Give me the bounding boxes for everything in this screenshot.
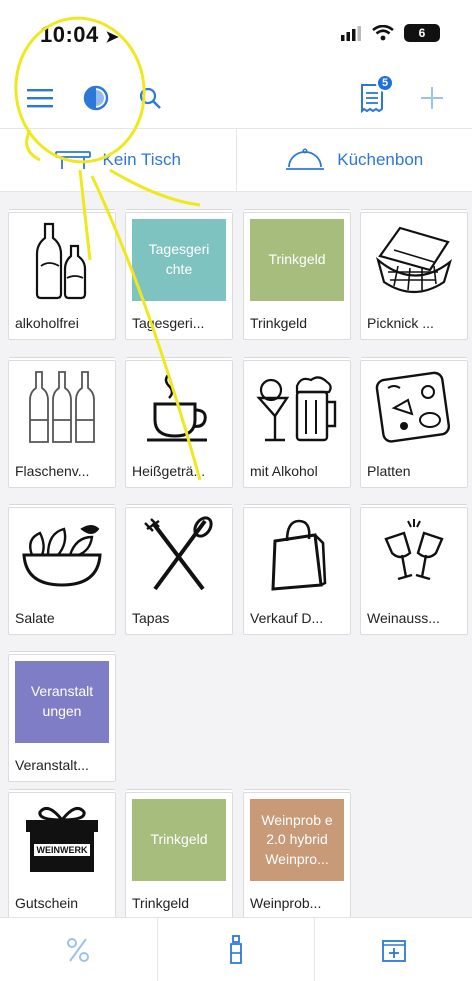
tile-label: Verkauf D...	[250, 610, 324, 626]
tile-label: mit Alkohol	[250, 463, 318, 479]
tile-label: alkoholfrei	[15, 315, 79, 331]
add-item-button[interactable]	[314, 918, 472, 981]
cloche-icon	[286, 148, 325, 170]
table-select-button[interactable]: Kein Tisch	[0, 129, 236, 191]
bottom-bar	[0, 917, 472, 981]
search-button[interactable]	[130, 78, 170, 118]
category-tile[interactable]: Tapas	[125, 507, 233, 635]
category-tile[interactable]: mit Alkohol	[243, 360, 351, 488]
category-tile[interactable]: Platten	[360, 360, 468, 488]
add-box-icon	[381, 939, 406, 962]
category-tile[interactable]: Veranstalt ungen Veranstalt...	[8, 654, 116, 782]
category-grid: alkoholfrei Tagesgeri chte Tagesgeri... …	[0, 192, 472, 917]
table-label: Kein Tisch	[102, 150, 181, 169]
category-tile[interactable]: Heißgeträ...	[125, 360, 233, 488]
menu-button[interactable]	[20, 78, 60, 118]
receipt-count-badge: 5	[376, 74, 394, 92]
gift-logo-text: WEINWERK	[37, 845, 88, 855]
contrast-icon	[83, 85, 109, 111]
category-tile[interactable]: Trinkgeld Trinkgeld	[243, 212, 351, 340]
tile-label: Platten	[367, 463, 411, 479]
tile-label: Trinkgeld	[250, 315, 308, 331]
category-tile[interactable]: Weinauss...	[360, 507, 468, 635]
wine-bottles-icon	[29, 371, 95, 443]
plus-icon	[421, 87, 443, 109]
salad-bowl-icon	[22, 525, 102, 587]
category-tile[interactable]: Weinprob e 2.0 hybrid Weinpro... Weinpro…	[243, 792, 351, 917]
category-tile[interactable]: Flaschenv...	[8, 360, 116, 488]
gift-icon: WEINWERK	[26, 806, 98, 872]
toolbar: 5	[0, 70, 472, 126]
kitchen-receipt-button[interactable]: Küchenbon	[235, 129, 472, 191]
kitchen-label: Küchenbon	[337, 150, 424, 169]
tile-label: Veranstalt...	[15, 757, 89, 773]
tile-label: Tagesgeri...	[132, 315, 205, 331]
status-bar: 10:04 ➤ 6	[0, 0, 472, 70]
tile-color-block: Trinkgeld	[132, 799, 226, 881]
contrast-button[interactable]	[76, 78, 116, 118]
cocktail-beer-icon	[256, 376, 337, 442]
hamburger-icon	[27, 89, 53, 108]
status-time: 10:04 ➤	[40, 22, 120, 47]
fork-knife-icon	[144, 516, 213, 591]
tile-label: Gutschein	[15, 895, 79, 911]
tile-label: Salate	[15, 610, 55, 626]
bottle-icon	[230, 934, 242, 964]
bottles-icon	[35, 222, 87, 300]
tile-label: Trinkgeld	[132, 895, 190, 911]
category-tile[interactable]: alkoholfrei	[8, 212, 116, 340]
tile-color-block: Trinkgeld	[250, 219, 344, 301]
tile-label: Weinprob...	[250, 895, 322, 911]
wifi-icon	[372, 25, 394, 41]
tile-label: Flaschenv...	[15, 463, 90, 479]
picnic-basket-icon	[376, 226, 453, 293]
coffee-cup-icon	[147, 373, 207, 442]
battery-icon: 6	[404, 24, 440, 42]
tile-color-block: Weinprob e 2.0 hybrid Weinpro...	[250, 799, 344, 881]
wine-glasses-icon	[384, 519, 444, 581]
category-tile[interactable]: Tagesgeri chte Tagesgeri...	[125, 212, 233, 340]
tile-color-block: Veranstalt ungen	[15, 661, 109, 743]
category-tile[interactable]: Picknick ...	[360, 212, 468, 340]
tile-label: Heißgeträ...	[132, 463, 206, 479]
platter-icon	[375, 371, 451, 443]
drinks-button[interactable]	[156, 918, 315, 981]
tile-label: Weinauss...	[367, 610, 440, 626]
tile-label: Picknick ...	[367, 315, 434, 331]
search-icon	[139, 87, 161, 109]
discount-button[interactable]	[0, 918, 157, 981]
table-icon	[54, 151, 91, 169]
status-icons: 6	[340, 24, 440, 42]
action-row: Kein Tisch Küchenbon	[0, 128, 472, 192]
category-tile[interactable]: Verkauf D...	[243, 507, 351, 635]
receipt-button[interactable]: 5	[352, 74, 394, 118]
category-tile[interactable]: Trinkgeld Trinkgeld	[125, 792, 233, 917]
category-tile[interactable]: WEINWERK Gutschein	[8, 792, 116, 917]
add-button[interactable]	[412, 78, 452, 118]
tile-color-block: Tagesgeri chte	[132, 219, 226, 301]
percent-icon	[67, 937, 90, 962]
signal-icon	[341, 26, 361, 41]
category-tile[interactable]: Salate	[8, 507, 116, 635]
tile-label: Tapas	[132, 610, 170, 626]
shopping-bag-icon	[271, 519, 327, 591]
